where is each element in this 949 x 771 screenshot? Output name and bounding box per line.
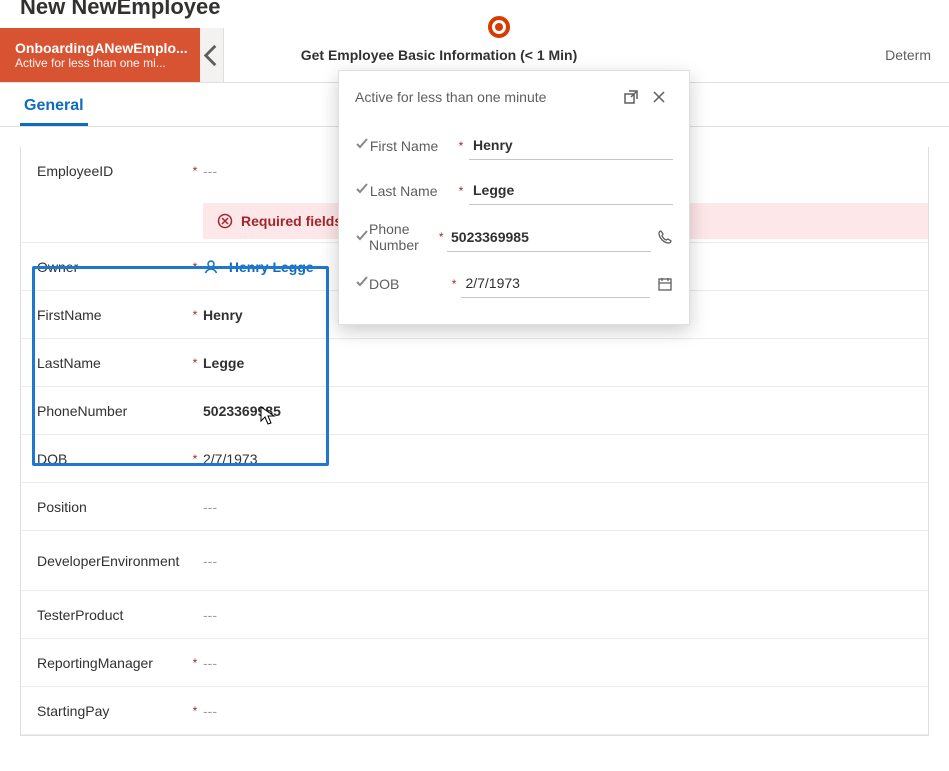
row-dev-env[interactable]: DeveloperEnvironment --- — [21, 531, 928, 591]
required-marker: * — [187, 308, 203, 322]
flyout-label-last-name: Last Name — [370, 183, 459, 199]
required-marker: * — [187, 656, 203, 670]
value-position[interactable]: --- — [203, 499, 912, 515]
value-last-name[interactable]: Legge — [203, 355, 912, 371]
required-marker: * — [187, 164, 203, 178]
bpf-active-sub: Active for less than one mi... — [15, 56, 200, 70]
person-icon — [203, 259, 219, 275]
required-marker: * — [187, 260, 203, 274]
page-title: New NewEmployee — [0, 0, 949, 18]
label-first-name: FirstName — [37, 307, 187, 323]
bpf-active-name: OnboardingANewEmplo... — [15, 40, 200, 56]
label-dev-env: DeveloperEnvironment — [37, 553, 187, 569]
error-text: Required fields — [241, 213, 342, 229]
tab-general[interactable]: General — [20, 97, 88, 126]
highlight-dot-icon — [495, 23, 503, 31]
check-icon — [355, 275, 369, 292]
required-marker: * — [187, 704, 203, 718]
row-starting-pay[interactable]: StartingPay * --- — [21, 687, 928, 735]
required-marker: * — [439, 230, 447, 244]
phone-icon[interactable] — [657, 229, 673, 245]
flyout-popout-button[interactable] — [617, 83, 645, 111]
flyout-row-last-name: Last Name * — [339, 168, 689, 213]
label-tester-product: TesterProduct — [37, 607, 187, 623]
label-last-name: LastName — [37, 355, 187, 371]
row-position[interactable]: Position --- — [21, 483, 928, 531]
required-marker: * — [187, 356, 203, 370]
bpf-active-stage[interactable]: OnboardingANewEmplo... Active for less t… — [0, 28, 200, 82]
value-starting-pay[interactable]: --- — [203, 703, 912, 719]
row-last-name[interactable]: LastName * Legge — [21, 339, 928, 387]
label-phone: PhoneNumber — [37, 403, 187, 419]
bpf-next-stage[interactable]: Determ — [867, 28, 949, 82]
flyout-label-first-name: First Name — [370, 138, 459, 154]
bpf-collapse-button[interactable] — [200, 28, 224, 82]
owner-name: Henry Legge — [229, 259, 314, 275]
label-starting-pay: StartingPay — [37, 703, 187, 719]
check-icon — [355, 229, 369, 246]
label-position: Position — [37, 499, 187, 515]
value-phone[interactable]: 5023369985 — [203, 403, 912, 419]
label-reporting-manager: ReportingManager — [37, 655, 187, 671]
required-marker: * — [187, 452, 203, 466]
flyout-close-button[interactable] — [645, 83, 673, 111]
label-employee-id: EmployeeID — [37, 163, 187, 179]
flyout-header: Active for less than one minute — [339, 71, 689, 123]
value-dev-env[interactable]: --- — [203, 553, 912, 569]
label-dob: DOB — [37, 451, 187, 467]
flyout-row-dob: DOB * — [339, 261, 689, 306]
calendar-icon[interactable] — [656, 276, 673, 292]
row-dob[interactable]: DOB * 2/7/1973 — [21, 435, 928, 483]
required-marker: * — [459, 139, 469, 153]
flyout-label-dob: DOB — [369, 276, 452, 292]
check-icon — [355, 137, 370, 154]
row-phone[interactable]: PhoneNumber 5023369985 — [21, 387, 928, 435]
required-marker: * — [459, 184, 469, 198]
flyout-input-first-name[interactable] — [469, 131, 673, 160]
value-tester-product[interactable]: --- — [203, 607, 912, 623]
flyout-label-phone: Phone Number — [369, 221, 439, 253]
flyout-title: Active for less than one minute — [355, 89, 546, 105]
close-icon — [652, 90, 666, 104]
flyout-row-first-name: First Name * — [339, 123, 689, 168]
value-reporting-manager[interactable]: --- — [203, 655, 912, 671]
flyout-input-phone[interactable] — [447, 223, 651, 252]
popout-icon — [624, 90, 638, 104]
error-icon — [217, 213, 233, 229]
row-tester-product[interactable]: TesterProduct --- — [21, 591, 928, 639]
flyout-input-last-name[interactable] — [469, 176, 673, 205]
flyout-input-dob[interactable] — [461, 269, 650, 298]
value-dob[interactable]: 2/7/1973 — [203, 451, 912, 467]
check-icon — [355, 182, 370, 199]
label-owner: Owner — [37, 259, 187, 275]
flyout-row-phone: Phone Number * — [339, 213, 689, 261]
cursor-icon — [260, 406, 276, 426]
row-reporting-manager[interactable]: ReportingManager * --- — [21, 639, 928, 687]
stage-flyout: Active for less than one minute First Na… — [338, 70, 690, 325]
required-marker: * — [452, 277, 462, 291]
